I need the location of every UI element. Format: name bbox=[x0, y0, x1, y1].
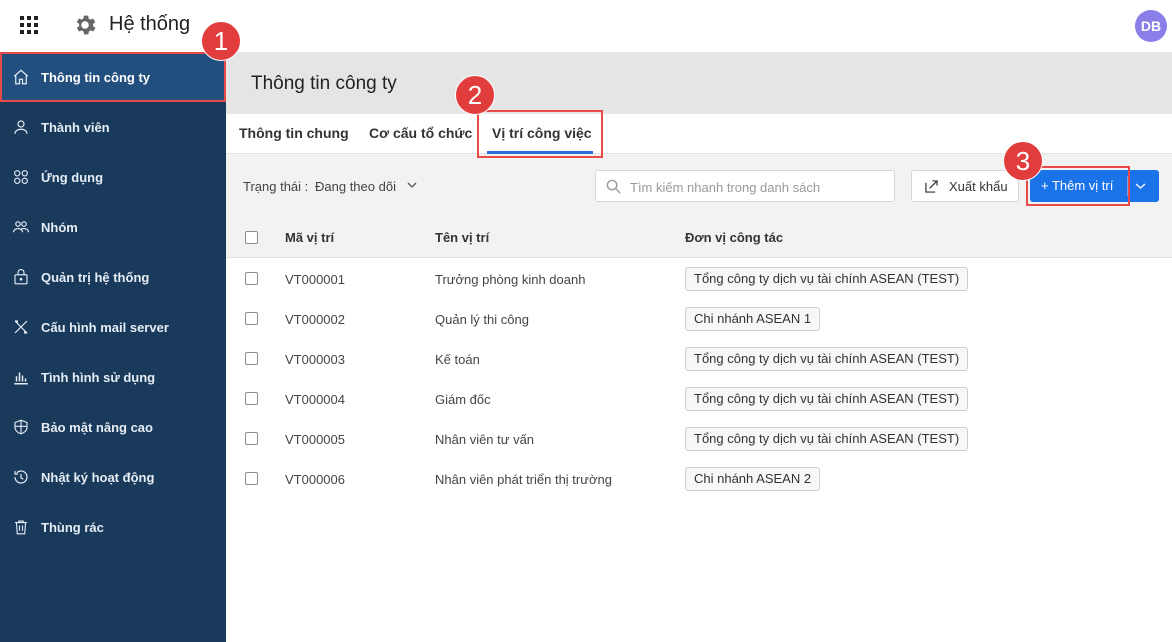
unit-tag: Chi nhánh ASEAN 1 bbox=[685, 307, 821, 331]
unit-tag: Chi nhánh ASEAN 2 bbox=[685, 467, 821, 491]
chevron-down-icon[interactable] bbox=[1135, 182, 1146, 190]
position-code: VT000003 bbox=[285, 352, 345, 367]
position-code: VT000006 bbox=[285, 472, 345, 487]
search-icon bbox=[606, 179, 621, 194]
sidebar-item-system-admin[interactable]: Quản trị hệ thống bbox=[0, 252, 226, 302]
tab-org-structure[interactable]: Cơ cấu tổ chức bbox=[369, 125, 472, 141]
chevron-down-icon[interactable] bbox=[407, 181, 417, 189]
sidebar-item-label: Thùng rác bbox=[41, 520, 104, 535]
row-checkbox[interactable] bbox=[245, 352, 258, 365]
table-row[interactable]: VT000004 Giám đốc Tổng công ty dịch vụ t… bbox=[226, 379, 1172, 419]
add-position-label: + Thêm vị trí bbox=[1041, 178, 1114, 193]
bar-chart-icon bbox=[14, 372, 28, 385]
table-row[interactable]: VT000002 Quản lý thi công Chi nhánh ASEA… bbox=[226, 299, 1172, 339]
sidebar-item-trash[interactable]: Thùng rác bbox=[0, 502, 226, 552]
sidebar-item-security[interactable]: Bảo mật nâng cao bbox=[0, 402, 226, 452]
history-icon bbox=[14, 470, 28, 484]
position-name: Nhân viên tư vấn bbox=[435, 432, 535, 447]
sidebar: Thông tin công ty Thành viên Ứng dụng Nh… bbox=[0, 52, 226, 642]
position-code: VT000002 bbox=[285, 312, 345, 327]
sidebar-item-mail-server[interactable]: Cấu hình mail server bbox=[0, 302, 226, 352]
unit-tag: Tổng công ty dịch vụ tài chính ASEAN (TE… bbox=[685, 427, 969, 451]
position-code: VT000001 bbox=[285, 272, 345, 287]
position-name: Quản lý thi công bbox=[435, 312, 529, 327]
sidebar-item-label: Tình hình sử dụng bbox=[41, 370, 156, 385]
home-icon bbox=[13, 69, 29, 85]
shield-icon bbox=[14, 419, 28, 435]
sidebar-item-label: Ứng dụng bbox=[41, 170, 104, 185]
button-divider bbox=[1127, 176, 1128, 196]
column-header-unit[interactable]: Đơn vị công tác bbox=[685, 230, 783, 245]
status-filter-dropdown[interactable]: Đang theo dõi bbox=[315, 179, 396, 194]
step-badge-1: 1 bbox=[201, 21, 241, 61]
tab-job-positions[interactable]: Vị trí công việc bbox=[492, 125, 592, 141]
app-grid-icon[interactable] bbox=[20, 16, 38, 34]
gear-icon bbox=[76, 15, 96, 35]
unit-tag: Tổng công ty dịch vụ tài chính ASEAN (TE… bbox=[685, 387, 969, 411]
sidebar-item-apps[interactable]: Ứng dụng bbox=[0, 152, 226, 202]
row-checkbox[interactable] bbox=[245, 472, 258, 485]
row-checkbox[interactable] bbox=[245, 272, 258, 285]
user-icon bbox=[14, 120, 28, 134]
sidebar-item-usage[interactable]: Tình hình sử dụng bbox=[0, 352, 226, 402]
top-bar: Hệ thống DB bbox=[0, 0, 1172, 52]
tools-icon bbox=[14, 320, 28, 334]
apps-circles-icon bbox=[14, 170, 28, 184]
export-icon bbox=[925, 180, 938, 193]
sidebar-item-label: Bảo mật nâng cao bbox=[41, 420, 153, 435]
position-name: Trưởng phòng kinh doanh bbox=[435, 272, 586, 287]
export-button-label: Xuất khẩu bbox=[949, 179, 1008, 194]
table-header: Mã vị trí Tên vị trí Đơn vị công tác bbox=[226, 218, 1172, 258]
sidebar-item-groups[interactable]: Nhóm bbox=[0, 202, 226, 252]
column-header-name[interactable]: Tên vị trí bbox=[435, 230, 489, 245]
table-row[interactable]: VT000006 Nhân viên phát triển thị trường… bbox=[226, 459, 1172, 499]
sidebar-item-label: Thành viên bbox=[41, 120, 110, 135]
position-code: VT000005 bbox=[285, 432, 345, 447]
step-badge-2: 2 bbox=[455, 75, 495, 115]
sidebar-item-label: Thông tin công ty bbox=[41, 70, 151, 85]
add-position-button[interactable]: + Thêm vị trí bbox=[1030, 170, 1159, 202]
sidebar-item-label: Nhóm bbox=[41, 220, 78, 235]
position-name: Nhân viên phát triển thị trường bbox=[435, 472, 612, 487]
table-row[interactable]: VT000005 Nhân viên tư vấn Tổng công ty d… bbox=[226, 419, 1172, 459]
unit-tag: Tổng công ty dịch vụ tài chính ASEAN (TE… bbox=[685, 347, 969, 371]
search-input[interactable] bbox=[630, 177, 885, 197]
page-header: Thông tin công ty bbox=[226, 52, 1172, 114]
status-filter-label: Trạng thái : bbox=[243, 179, 309, 194]
search-box[interactable] bbox=[595, 170, 895, 202]
sidebar-item-label: Nhật ký hoạt động bbox=[41, 470, 155, 485]
tab-general-info[interactable]: Thông tin chung bbox=[239, 125, 349, 141]
unit-tag: Tổng công ty dịch vụ tài chính ASEAN (TE… bbox=[685, 267, 969, 291]
row-checkbox[interactable] bbox=[245, 312, 258, 325]
step-badge-3: 3 bbox=[1003, 141, 1043, 181]
position-code: VT000004 bbox=[285, 392, 345, 407]
page-title: Thông tin công ty bbox=[251, 73, 397, 94]
trash-icon bbox=[15, 520, 27, 535]
sidebar-item-activity-log[interactable]: Nhật ký hoạt động bbox=[0, 452, 226, 502]
sidebar-item-label: Cấu hình mail server bbox=[41, 320, 169, 335]
table-row[interactable]: VT000001 Trưởng phòng kinh doanh Tổng cô… bbox=[226, 259, 1172, 299]
app-title: Hệ thống bbox=[109, 13, 191, 35]
row-checkbox[interactable] bbox=[245, 432, 258, 445]
sidebar-item-label: Quản trị hệ thống bbox=[41, 270, 150, 285]
admin-icon bbox=[14, 269, 28, 285]
sidebar-item-members[interactable]: Thành viên bbox=[0, 102, 226, 152]
table-row[interactable]: VT000003 Kế toán Tổng công ty dịch vụ tà… bbox=[226, 339, 1172, 379]
export-button[interactable]: Xuất khẩu bbox=[911, 170, 1019, 202]
column-header-code[interactable]: Mã vị trí bbox=[285, 230, 334, 245]
position-name: Giám đốc bbox=[435, 392, 491, 407]
user-avatar[interactable]: DB bbox=[1135, 10, 1167, 42]
group-icon bbox=[12, 221, 30, 233]
select-all-checkbox[interactable] bbox=[245, 231, 258, 244]
sidebar-item-company-info[interactable]: Thông tin công ty bbox=[0, 52, 226, 102]
position-name: Kế toán bbox=[435, 352, 480, 367]
row-checkbox[interactable] bbox=[245, 392, 258, 405]
